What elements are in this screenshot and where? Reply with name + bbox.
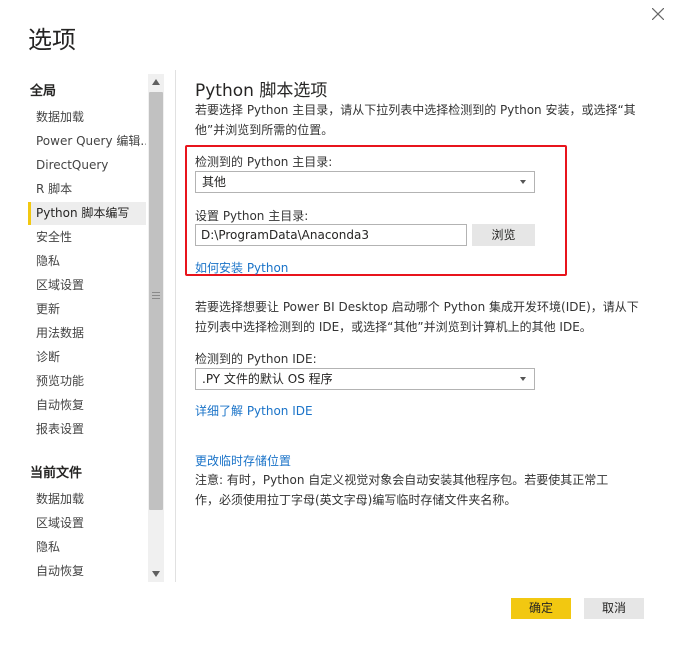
- nav-item-report-settings[interactable]: 报表设置: [28, 418, 146, 441]
- nav-item-r-script[interactable]: R 脚本: [28, 178, 146, 201]
- nav-item-file-regional-settings[interactable]: 区域设置: [28, 512, 146, 535]
- chevron-down-icon: [152, 571, 160, 577]
- set-home-label: 设置 Python 主目录:: [195, 209, 309, 223]
- detected-home-dropdown[interactable]: 其他: [195, 171, 535, 193]
- chevron-down-icon: [520, 180, 526, 184]
- section-title: Python 脚本选项: [195, 81, 328, 101]
- scroll-up-button[interactable]: [148, 74, 164, 90]
- nav-item-file-auto-recovery[interactable]: 自动恢复: [28, 560, 146, 583]
- detected-home-value: 其他: [202, 175, 227, 189]
- python-home-input[interactable]: [195, 224, 467, 246]
- nav-item-diagnostics[interactable]: 诊断: [28, 346, 146, 369]
- nav-item-directquery[interactable]: DirectQuery: [28, 154, 146, 177]
- close-icon: [652, 8, 664, 20]
- nav-item-data-load[interactable]: 数据加载: [28, 106, 146, 129]
- nav-item-power-query-editor[interactable]: Power Query 编辑...: [28, 130, 146, 153]
- detected-home-label: 检测到的 Python 主目录:: [195, 155, 333, 169]
- nav-item-usage-data[interactable]: 用法数据: [28, 322, 146, 345]
- scroll-thumb[interactable]: [149, 92, 163, 510]
- nav-item-updates[interactable]: 更新: [28, 298, 146, 321]
- nav-item-privacy[interactable]: 隐私: [28, 250, 146, 273]
- install-python-link[interactable]: 如何安装 Python: [195, 259, 288, 276]
- detected-ide-dropdown[interactable]: .PY 文件的默认 OS 程序: [195, 368, 535, 390]
- note-line2: 作，必须使用拉丁字母(英文字母)编写临时存储文件夹名称。: [195, 493, 517, 507]
- intro-text-line1: 若要选择 Python 主目录，请从下拉列表中选择检测到的 Python 安装，…: [195, 103, 636, 117]
- nav-item-regional-settings[interactable]: 区域设置: [28, 274, 146, 297]
- ide-intro-line1: 若要选择想要让 Power BI Desktop 启动哪个 Python 集成开…: [195, 300, 639, 314]
- change-temp-storage-link[interactable]: 更改临时存储位置: [195, 452, 291, 469]
- intro-text-line2: 他”并浏览到所需的位置。: [195, 123, 334, 137]
- nav-item-file-privacy[interactable]: 隐私: [28, 536, 146, 559]
- nav-item-file-data-load[interactable]: 数据加载: [28, 488, 146, 511]
- detected-ide-value: .PY 文件的默认 OS 程序: [202, 372, 333, 386]
- cancel-button[interactable]: 取消: [584, 598, 644, 619]
- ide-intro-line2: 拉列表中选择检测到的 IDE，或选择“其他”并浏览到计算机上的其他 IDE。: [195, 320, 592, 334]
- chevron-down-icon: [520, 377, 526, 381]
- dialog-title: 选项: [28, 26, 76, 54]
- nav-scrollbar[interactable]: [148, 74, 164, 582]
- nav-item-auto-recovery[interactable]: 自动恢复: [28, 394, 146, 417]
- nav-item-python-scripting[interactable]: Python 脚本编写: [28, 202, 146, 225]
- nav-section-global: 全局: [30, 84, 57, 99]
- options-nav: 全局 数据加载 Power Query 编辑... DirectQuery R …: [0, 70, 166, 584]
- nav-item-preview-features[interactable]: 预览功能: [28, 370, 146, 393]
- close-button[interactable]: [648, 4, 668, 24]
- learn-more-ide-link[interactable]: 详细了解 Python IDE: [195, 402, 313, 419]
- scroll-down-button[interactable]: [148, 566, 164, 582]
- nav-divider: [175, 70, 176, 582]
- detected-ide-label: 检测到的 Python IDE:: [195, 352, 317, 366]
- ok-button[interactable]: 确定: [511, 598, 571, 619]
- nav-item-security[interactable]: 安全性: [28, 226, 146, 249]
- note-line1: 注意: 有时，Python 自定义视觉对象会自动安装其他程序包。若要使其正常工: [195, 473, 609, 487]
- browse-button[interactable]: 浏览: [472, 224, 535, 246]
- nav-section-current-file: 当前文件: [30, 466, 83, 481]
- grip-icon: [152, 292, 160, 300]
- chevron-up-icon: [152, 79, 160, 85]
